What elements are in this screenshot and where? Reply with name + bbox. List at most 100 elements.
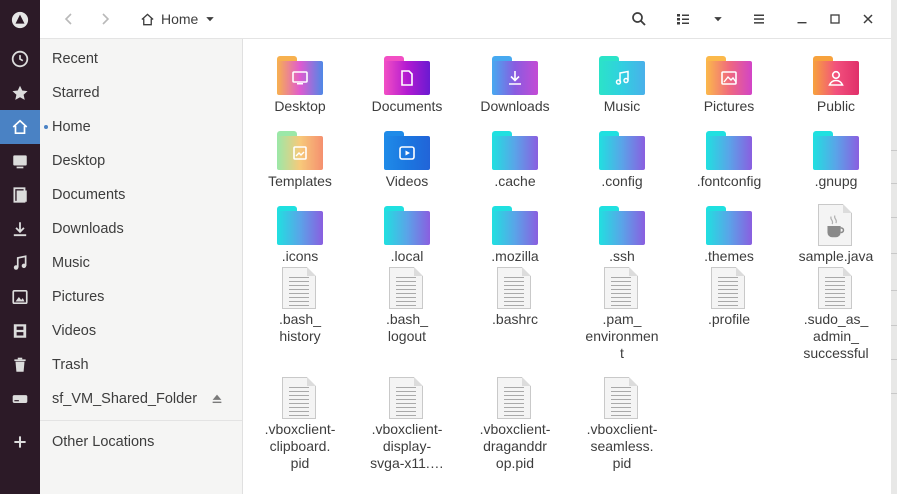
sidebar-item-label: sf_VM_Shared_Folder xyxy=(52,391,198,407)
sidebar-item-downloads[interactable]: Downloads xyxy=(40,212,242,246)
file-name-label: .sudo_as_ admin_ successful xyxy=(803,311,869,361)
file-item[interactable]: .bash_ logout xyxy=(353,267,461,345)
dock-music[interactable] xyxy=(0,246,40,280)
file-name-label: Public xyxy=(816,98,856,114)
desktop-icon xyxy=(292,71,308,85)
sidebar-item-desktop[interactable]: Desktop xyxy=(40,144,242,178)
maximize-button[interactable] xyxy=(822,6,848,32)
close-button[interactable] xyxy=(855,6,881,32)
dock-documents[interactable] xyxy=(0,178,40,212)
sidebar-separator xyxy=(40,420,242,421)
sidebar-item-recent[interactable]: Recent xyxy=(40,42,242,76)
file-name-label: Templates xyxy=(268,173,332,189)
sidebar-item-label: Recent xyxy=(52,51,98,67)
dock-recent[interactable] xyxy=(0,42,40,76)
eject-icon[interactable] xyxy=(210,392,224,406)
forward-button[interactable] xyxy=(92,6,118,32)
back-button[interactable] xyxy=(56,6,82,32)
view-options-button[interactable] xyxy=(670,6,696,32)
file-item[interactable]: .bash_ history xyxy=(246,267,354,345)
file-name-label: .vboxclient- clipboard. pid xyxy=(264,421,336,471)
sidebar-item-videos[interactable]: Videos xyxy=(40,314,242,348)
picture-icon xyxy=(721,71,737,85)
folder-item[interactable]: Videos xyxy=(353,129,461,190)
active-indicator xyxy=(44,125,48,129)
folder-item[interactable]: Documents xyxy=(353,54,461,115)
folder-item[interactable]: Music xyxy=(568,54,676,115)
folder-item[interactable]: .cache xyxy=(461,129,569,190)
dock-other-locations[interactable] xyxy=(0,425,40,459)
folder-item[interactable]: Templates xyxy=(246,129,354,190)
folder-item[interactable]: .local xyxy=(353,204,461,265)
file-item[interactable]: .bashrc xyxy=(461,267,569,328)
folder-item[interactable]: Public xyxy=(782,54,890,115)
dock-trash[interactable] xyxy=(0,348,40,382)
sidebar-item-label: Music xyxy=(52,255,90,271)
folder-item[interactable]: Pictures xyxy=(675,54,783,115)
folder-item[interactable]: .mozilla xyxy=(461,204,569,265)
folder-icon xyxy=(489,54,541,96)
sidebar-item-documents[interactable]: Documents xyxy=(40,178,242,212)
file-name-label: sample.java xyxy=(798,248,874,264)
dock-app-icon[interactable] xyxy=(0,3,40,37)
clock-icon xyxy=(11,50,29,68)
file-item[interactable]: .vboxclient- display- svga-x11.… xyxy=(353,377,461,472)
sidebar-item-trash[interactable]: Trash xyxy=(40,348,242,382)
view-dropdown-button[interactable] xyxy=(705,6,731,32)
text-file-icon xyxy=(381,267,433,309)
file-item[interactable]: .pam_ environmen t xyxy=(568,267,676,362)
sidebar-item-home[interactable]: Home xyxy=(40,110,242,144)
sidebar-item-label: Home xyxy=(52,119,91,135)
file-name-label: .pam_ environmen t xyxy=(585,311,659,361)
folder-icon xyxy=(596,54,648,96)
dock-shared-folder[interactable] xyxy=(0,382,40,416)
sidebar-item-label: Pictures xyxy=(52,289,105,305)
folder-item[interactable]: Downloads xyxy=(461,54,569,115)
folder-item[interactable]: .gnupg xyxy=(782,129,890,190)
dock-videos[interactable] xyxy=(0,314,40,348)
folder-item[interactable]: .config xyxy=(568,129,676,190)
file-item[interactable]: sample.java xyxy=(782,204,890,265)
sidebar-item-label: Videos xyxy=(52,323,97,339)
file-name-label: .themes xyxy=(704,248,754,264)
dock-downloads[interactable] xyxy=(0,212,40,246)
dock-starred[interactable] xyxy=(0,76,40,110)
file-item[interactable]: .profile xyxy=(675,267,783,328)
path-bar-home[interactable]: Home xyxy=(140,6,216,32)
file-item[interactable]: .vboxclient- seamless. pid xyxy=(568,377,676,472)
chevron-down-icon xyxy=(714,17,722,22)
download-icon xyxy=(509,71,521,85)
file-grid: Desktop Documents Downloads Music Pictures Pu… xyxy=(243,39,891,494)
folder-icon xyxy=(381,54,433,96)
documents-icon xyxy=(13,187,27,203)
background-window-edge xyxy=(891,0,897,494)
file-item[interactable]: .vboxclient- draganddr op.pid xyxy=(461,377,569,472)
folder-item[interactable]: Desktop xyxy=(246,54,354,115)
sidebar-item-pictures[interactable]: Pictures xyxy=(40,280,242,314)
file-name-label: Documents xyxy=(371,98,443,114)
sidebar-other-locations[interactable]: Other Locations xyxy=(40,425,242,459)
minimize-button[interactable] xyxy=(789,6,815,32)
text-file-icon xyxy=(381,377,433,419)
folder-item[interactable]: .ssh xyxy=(568,204,676,265)
dock-pictures[interactable] xyxy=(0,280,40,314)
folder-icon xyxy=(810,129,862,171)
sidebar-item-music[interactable]: Music xyxy=(40,246,242,280)
sidebar-item-starred[interactable]: Starred xyxy=(40,76,242,110)
file-item[interactable]: .sudo_as_ admin_ successful xyxy=(782,267,890,362)
header-bar: Home xyxy=(40,0,891,39)
folder-item[interactable]: .themes xyxy=(675,204,783,265)
search-button[interactable] xyxy=(626,6,652,32)
dock-home[interactable] xyxy=(0,110,40,144)
menu-button[interactable] xyxy=(746,6,772,32)
file-name-label: .fontconfig xyxy=(696,173,762,189)
sidebar-item-label: Starred xyxy=(52,85,100,101)
folder-item[interactable]: .icons xyxy=(246,204,354,265)
file-item[interactable]: .vboxclient- clipboard. pid xyxy=(246,377,354,472)
folder-item[interactable]: .fontconfig xyxy=(675,129,783,190)
sidebar-item-sf-vm-shared-folder[interactable]: sf_VM_Shared_Folder xyxy=(40,382,242,416)
text-file-icon xyxy=(489,267,541,309)
dock-desktop[interactable] xyxy=(0,144,40,178)
file-name-label: .ssh xyxy=(609,248,635,264)
music-icon xyxy=(13,255,27,270)
